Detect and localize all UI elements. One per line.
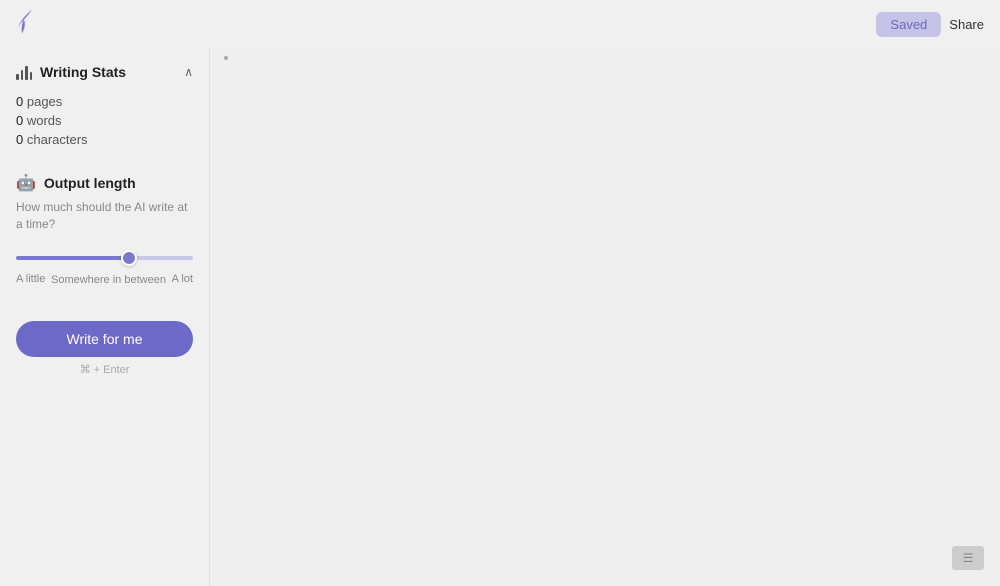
output-length-section: 🤖 Output length How much should the AI w… bbox=[0, 161, 209, 305]
saved-button[interactable]: Saved bbox=[876, 12, 941, 37]
pages-stat: 0 pages bbox=[16, 92, 193, 111]
writing-stats-header-left: Writing Stats bbox=[16, 64, 126, 80]
write-for-me-button[interactable]: Write for me bbox=[16, 321, 193, 357]
robot-icon: 🤖 bbox=[16, 173, 36, 193]
topbar-actions: Saved Share bbox=[876, 12, 984, 37]
output-length-slider[interactable] bbox=[16, 256, 193, 260]
output-length-description: How much should the AI write at a time? bbox=[16, 199, 193, 233]
bottom-right-toolbar-icon[interactable] bbox=[952, 546, 984, 570]
slider-label-min: A little bbox=[16, 273, 45, 287]
topbar: Saved Share bbox=[0, 0, 1000, 48]
sidebar: Writing Stats ∧ 0 pages 0 words 0 charac… bbox=[0, 0, 210, 586]
stats-list: 0 pages 0 words 0 characters bbox=[0, 88, 209, 161]
write-button-container: Write for me ⌘ + Enter bbox=[0, 305, 209, 382]
slider-label-max: A lot bbox=[172, 273, 193, 287]
share-button[interactable]: Share bbox=[949, 17, 984, 32]
write-shortcut-hint: ⌘ + Enter bbox=[16, 363, 193, 376]
logo bbox=[14, 8, 36, 41]
output-length-slider-container: A little Somewhere in between A lot bbox=[16, 247, 193, 287]
chevron-up-icon: ∧ bbox=[184, 65, 193, 79]
main-content bbox=[210, 0, 1000, 586]
words-stat: 0 words bbox=[16, 111, 193, 130]
writing-stats-title: Writing Stats bbox=[40, 64, 126, 80]
slider-labels: A little Somewhere in between A lot bbox=[16, 273, 193, 287]
slider-label-mid: Somewhere in between bbox=[51, 273, 166, 287]
dot-indicator bbox=[224, 56, 228, 60]
output-length-title: Output length bbox=[44, 175, 136, 191]
output-length-header: 🤖 Output length bbox=[16, 173, 193, 193]
stats-icon bbox=[16, 64, 32, 80]
chars-stat: 0 characters bbox=[16, 130, 193, 149]
writing-stats-header[interactable]: Writing Stats ∧ bbox=[0, 56, 209, 88]
